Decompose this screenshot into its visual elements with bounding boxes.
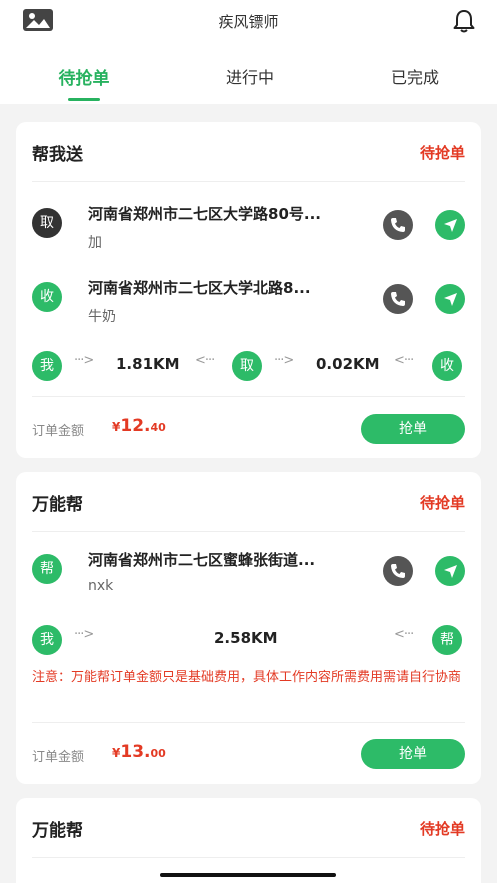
service-location-row: 帮 河南省郑州市二七区蜜蜂张街道... nxk	[32, 546, 465, 606]
phone-icon	[391, 218, 405, 232]
navigate-button[interactable]	[435, 210, 465, 240]
order-type: 万能帮	[32, 495, 83, 515]
tab-pending[interactable]: 待抢单	[24, 64, 144, 89]
dropoff-note: 牛奶	[88, 309, 116, 325]
amount-integer: 12.	[120, 416, 151, 436]
phone-icon	[391, 292, 405, 306]
divider	[32, 722, 465, 723]
navigation-arrow-icon	[444, 219, 457, 232]
pickup-address: 河南省郑州市二七区大学路80号...	[88, 205, 321, 223]
order-type: 万能帮	[32, 821, 83, 841]
me-badge: 我	[32, 625, 62, 655]
amount-integer: 13.	[120, 742, 151, 762]
home-indicator[interactable]	[160, 873, 336, 877]
distance-to-pickup: 1.81KM	[116, 355, 180, 373]
top-bar: 疾风镖师 待抢单 进行中 已完成	[0, 0, 497, 104]
tab-in-progress[interactable]: 进行中	[190, 64, 310, 88]
call-button[interactable]	[383, 210, 413, 240]
me-badge: 我	[32, 351, 62, 381]
navigation-arrow-icon	[444, 293, 457, 306]
divider	[32, 396, 465, 397]
grab-order-button[interactable]: 抢单	[361, 414, 465, 444]
left-arrow-icon: <···	[394, 627, 414, 642]
pickup-row: 取 河南省郑州市二七区大学路80号... 加	[32, 200, 465, 260]
call-button[interactable]	[383, 556, 413, 586]
navigation-arrow-icon	[444, 565, 457, 578]
help-badge: 帮	[432, 625, 462, 655]
amount-decimal: 00	[150, 747, 166, 760]
call-button[interactable]	[383, 284, 413, 314]
amount-label: 订单金额	[32, 424, 85, 439]
distance-to-dropoff: 0.02KM	[316, 355, 380, 373]
fee-notice: 注意：万能帮订单金额只是基础费用，具体工作内容所需费用需请自行协商	[32, 670, 462, 685]
dropoff-address: 河南省郑州市二七区大学北路8...	[88, 279, 311, 297]
dropoff-badge: 收	[432, 351, 462, 381]
order-amount: ¥12.40	[112, 416, 166, 436]
order-amount: ¥13.00	[112, 742, 166, 762]
right-arrow-icon: ···>	[74, 353, 94, 368]
left-arrow-icon: <···	[195, 353, 215, 368]
title-row: 疾风镖师	[0, 0, 497, 44]
pickup-badge: 取	[232, 351, 262, 381]
order-card[interactable]: 万能帮 待抢单 帮 河南省郑州市二七区蜜蜂张街道... nxk 我 ···> 2…	[16, 472, 481, 784]
card-header: 万能帮 待抢单	[32, 472, 465, 532]
distance-row: 我 ···> 1.81KM <··· 取 ···> 0.02KM <··· 收	[32, 348, 465, 384]
navigate-button[interactable]	[435, 284, 465, 314]
pickup-badge: 取	[32, 208, 62, 238]
bell-icon[interactable]	[453, 9, 475, 33]
tab-completed[interactable]: 已完成	[355, 64, 475, 88]
order-type: 帮我送	[32, 145, 83, 165]
order-status: 待抢单	[419, 144, 465, 162]
navigate-button[interactable]	[435, 556, 465, 586]
service-note: nxk	[88, 578, 114, 594]
service-address: 河南省郑州市二七区蜜蜂张街道...	[88, 551, 316, 569]
left-arrow-icon: <···	[394, 353, 414, 368]
grab-order-button[interactable]: 抢单	[361, 739, 465, 769]
order-status: 待抢单	[419, 820, 465, 838]
order-tabs: 待抢单 进行中 已完成	[0, 56, 497, 104]
dropoff-badge: 收	[32, 282, 62, 312]
card-header: 万能帮 待抢单	[32, 798, 465, 858]
order-card[interactable]: 万能帮 待抢单	[16, 798, 481, 883]
amount-decimal: 40	[150, 421, 166, 434]
phone-icon	[391, 564, 405, 578]
distance-row: 我 ···> 2.58KM <··· 帮	[32, 622, 465, 658]
active-tab-indicator	[68, 98, 100, 101]
card-header: 帮我送 待抢单	[32, 122, 465, 182]
help-badge: 帮	[32, 554, 62, 584]
app-title: 疾风镖师	[218, 13, 279, 31]
dropoff-row: 收 河南省郑州市二七区大学北路8... 牛奶	[32, 274, 465, 334]
amount-label: 订单金额	[32, 750, 85, 765]
right-arrow-icon: ···>	[74, 627, 94, 642]
right-arrow-icon: ···>	[274, 353, 294, 368]
order-status: 待抢单	[419, 494, 465, 512]
pickup-note: 加	[88, 235, 102, 251]
order-card[interactable]: 帮我送 待抢单 取 河南省郑州市二七区大学路80号... 加 收 河南省郑州市二…	[16, 122, 481, 458]
distance-to-service: 2.58KM	[214, 629, 278, 647]
